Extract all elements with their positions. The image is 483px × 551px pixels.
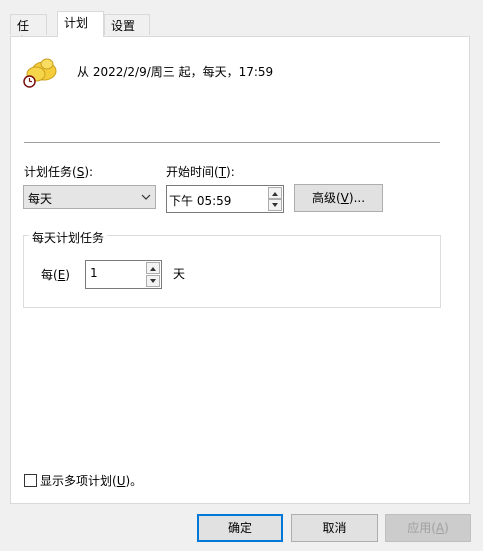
apply-button-mnemonic: A (435, 521, 445, 535)
apply-button[interactable]: 应用(A) (385, 514, 471, 542)
spin-up-icon (150, 267, 156, 271)
advanced-button-label-suffix: )... (348, 191, 366, 205)
chevron-down-icon (140, 190, 152, 204)
apply-button-label: 应用( (407, 521, 436, 535)
advanced-button-label: 高级( (311, 191, 341, 205)
schedule-task-value: 每天 (28, 192, 53, 206)
start-time-label-text: 开始时间( (166, 165, 219, 179)
spin-down-icon (272, 203, 278, 207)
daily-schedule-group-title: 每天计划任务 (29, 229, 108, 246)
show-multiple-label-suffix: )。 (125, 474, 143, 488)
spin-down-icon (150, 279, 156, 283)
start-time-label: 开始时间(T): (166, 163, 235, 180)
show-multiple-label-text: 显示多项计划( (40, 474, 117, 488)
every-label: 每(E) (41, 266, 70, 283)
start-time-label-suffix: ): (226, 165, 235, 179)
every-label-suffix: ) (65, 268, 70, 282)
cancel-button[interactable]: 取消 (291, 514, 378, 542)
divider (24, 142, 440, 143)
show-multiple-schedules-checkbox[interactable] (24, 474, 37, 487)
scheduled-task-icon (23, 55, 59, 89)
tab-schedule[interactable]: 计划 (57, 11, 104, 37)
schedule-task-label: 计划任务(S): (24, 163, 93, 180)
every-days-spin-down[interactable] (146, 275, 160, 287)
clock-overlay-icon (23, 75, 36, 88)
every-days-value: 1 (90, 266, 98, 280)
schedule-task-label-suffix: ): (84, 165, 94, 179)
every-days-field[interactable]: 1 (85, 260, 162, 289)
scheduled-task-dialog: 任务 计划 设置 从 2022/2/9/周三 起，每天，17:59 (0, 0, 483, 551)
tab-settings[interactable]: 设置 (104, 14, 150, 35)
tab-settings-label: 设置 (111, 19, 136, 33)
schedule-summary: 从 2022/2/9/周三 起，每天，17:59 (77, 65, 274, 79)
days-unit-label: 天 (173, 267, 186, 281)
ok-button-label: 确定 (227, 521, 252, 535)
show-multiple-schedules-label[interactable]: 显示多项计划(U)。 (40, 472, 142, 489)
tab-task[interactable]: 任务 (10, 14, 47, 49)
spin-up-icon (272, 192, 278, 196)
advanced-button-mnemonic: V (340, 191, 349, 205)
start-time-value: 下午 05:59 (169, 194, 232, 208)
start-time-mnemonic: T (218, 165, 227, 179)
tab-panel-schedule: 从 2022/2/9/周三 起，每天，17:59 计划任务(S): 开始时间(T… (10, 36, 470, 504)
apply-button-label-suffix: ) (444, 521, 449, 535)
start-time-field[interactable]: 下午 05:59 (166, 185, 284, 213)
tab-schedule-label: 计划 (64, 16, 89, 30)
start-time-spin-down[interactable] (268, 199, 282, 211)
schedule-task-dropdown[interactable]: 每天 (23, 185, 156, 209)
start-time-spin-up[interactable] (268, 187, 282, 199)
schedule-task-label-text: 计划任务( (24, 165, 77, 179)
ok-button[interactable]: 确定 (197, 514, 283, 542)
every-label-text: 每( (41, 268, 58, 282)
cancel-button-label: 取消 (322, 521, 347, 535)
advanced-button[interactable]: 高级(V)... (294, 184, 383, 212)
every-days-spin-up[interactable] (146, 262, 160, 274)
